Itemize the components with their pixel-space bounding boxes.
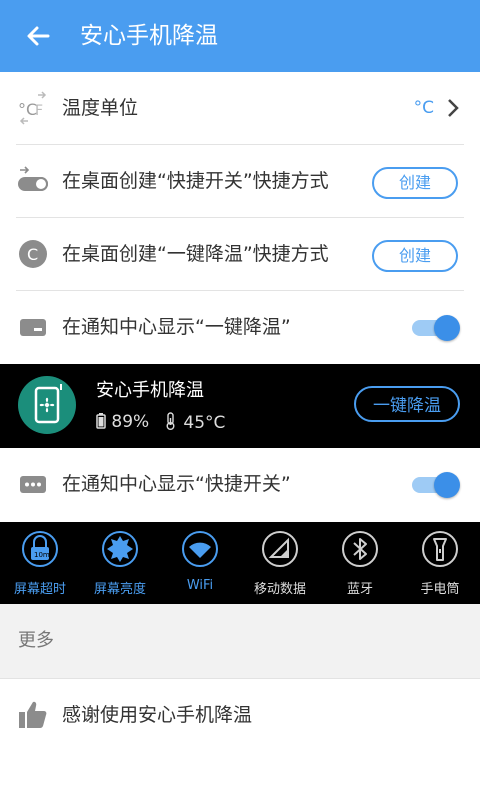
shortcut-cool-label: 在桌面创建“一键降温”快捷方式 [62,243,329,265]
notify-switch-row: 在通知中心显示“快捷开关” [0,448,480,520]
mobile-data-icon [262,531,298,567]
notify-switch-label: 在通知中心显示“快捷开关” [62,473,291,495]
thumbs-up-icon [19,701,47,728]
more-title: 更多 [18,630,54,651]
switch-label: WiFi [186,578,214,593]
temperature-value: 45°C [183,413,226,433]
thermometer-icon [166,412,175,430]
one-key-cool-button[interactable]: 一键降温 [354,386,460,422]
notify-cool-row: 在通知中心显示“一键降温” [0,291,480,363]
svg-text:F: F [35,103,43,119]
temp-unit-row[interactable]: °C F 温度单位 °C [0,72,480,144]
page-title: 安心手机降温 [80,23,218,49]
card-icon [20,319,46,336]
brightness-icon [102,531,138,567]
shortcut-switch-row: 在桌面创建“快捷开关”快捷方式 创建 [0,145,480,217]
temperature-readout: 45°C [164,412,225,433]
notify-cool-label: 在通知中心显示“一键降温” [62,316,291,338]
dots-icon [20,476,46,493]
toggle-knob [434,315,460,341]
create-cool-shortcut-button[interactable]: 创建 [372,240,458,272]
switch-label: 屏幕亮度 [93,582,146,597]
arrow-left-icon[interactable] [22,20,54,52]
wifi-icon [182,531,218,567]
flashlight-icon [422,531,458,567]
phone-fan-icon [34,384,62,424]
celsius-fahrenheit-icon: °C F [18,91,47,125]
battery-icon [96,413,106,429]
thanks-label: 感谢使用安心手机降温 [62,704,253,726]
switch-bluetooth[interactable]: 蓝牙 [320,522,400,604]
c-badge-icon: C [19,240,47,268]
switch-wifi[interactable]: WiFi [160,522,240,604]
toggle-knob [434,472,460,498]
notification-title: 安心手机降温 [96,380,204,401]
quick-switch-bar: 10m 屏幕超时 屏幕亮度 WiFi 移动数据 蓝牙 手电筒 [0,522,480,604]
create-switch-shortcut-button[interactable]: 创建 [372,167,458,199]
shortcut-switch-label: 在桌面创建“快捷开关”快捷方式 [62,170,329,192]
switch-label: 移动数据 [253,582,306,597]
temp-unit-label: 温度单位 [62,97,139,119]
battery-value: 89% [111,412,150,432]
notify-switch-toggle[interactable] [412,472,460,498]
app-icon [18,376,76,434]
switch-label: 屏幕超时 [13,582,66,597]
switch-mobile-data[interactable]: 移动数据 [240,522,320,604]
temp-unit-value: °C [413,98,434,118]
switch-screen-timeout[interactable]: 10m 屏幕超时 [0,522,80,604]
bluetooth-icon [342,531,378,567]
thanks-row[interactable]: 感谢使用安心手机降温 [0,679,480,751]
switch-flashlight[interactable]: 手电筒 [400,522,480,604]
toggle-shortcut-icon [18,166,48,191]
notify-cool-toggle[interactable] [412,315,460,341]
switch-label: 蓝牙 [346,582,373,597]
switch-brightness[interactable]: 屏幕亮度 [80,522,160,604]
notification-preview: 安心手机降温 89% 45°C 一键降温 [0,364,480,448]
screen-timeout-icon: 10m [22,531,58,567]
battery-readout: 89% [96,412,149,432]
chevron-right-icon [448,99,459,117]
timeout-badge: 10m [34,551,50,559]
svg-text:C: C [27,245,38,264]
app-bar: 安心手机降温 [0,0,480,72]
more-section-header: 更多 [0,604,480,678]
shortcut-cool-row: C 在桌面创建“一键降温”快捷方式 创建 [0,218,480,290]
switch-label: 手电筒 [420,582,460,597]
